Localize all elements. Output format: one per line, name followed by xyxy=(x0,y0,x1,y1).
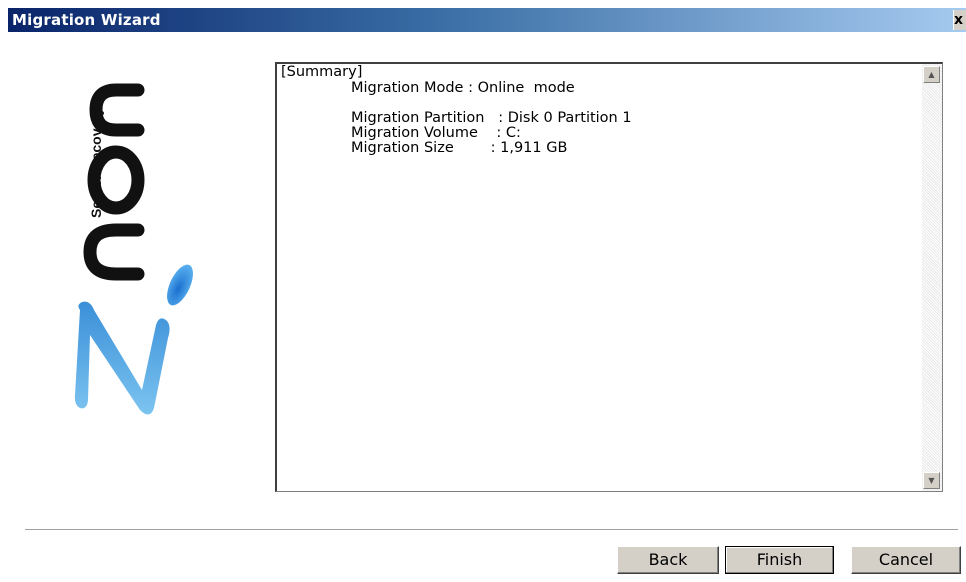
back-button[interactable]: Back xyxy=(617,546,719,574)
migration-size-line: Migration Size : 1,911 GB xyxy=(351,140,568,156)
summary-content: [Summary] Migration Mode : Online mode M… xyxy=(281,65,632,170)
close-icon: x xyxy=(954,12,964,28)
summary-textbox[interactable]: [Summary] Migration Mode : Online mode M… xyxy=(275,62,943,492)
arrow-down-icon: ▼ xyxy=(928,476,935,485)
vertical-scrollbar[interactable]: ▲ ▼ xyxy=(922,64,942,491)
scroll-up-button[interactable]: ▲ xyxy=(923,66,940,83)
logo-tagline: Server Recovery xyxy=(88,107,104,218)
separator xyxy=(25,529,958,531)
migration-volume-line: Migration Volume : C: xyxy=(351,125,521,141)
close-button[interactable]: x xyxy=(953,10,966,30)
window-title: Migration Wizard xyxy=(12,11,161,29)
logo-n-shape xyxy=(74,301,170,415)
arrow-up-icon: ▲ xyxy=(928,70,935,79)
migration-wizard-window: Migration Wizard x Server Recovery [Summ… xyxy=(0,0,966,582)
cancel-button[interactable]: Cancel xyxy=(851,546,961,574)
finish-button[interactable]: Finish xyxy=(725,546,834,574)
migration-partition-line: Migration Partition : Disk 0 Partition 1 xyxy=(351,110,632,126)
scroll-down-button[interactable]: ▼ xyxy=(923,472,940,489)
zicon-logo: Server Recovery xyxy=(74,83,193,415)
logo-dot xyxy=(167,264,193,306)
migration-mode-line: Migration Mode : Online mode xyxy=(351,80,575,96)
summary-heading: [Summary] xyxy=(281,64,363,80)
title-bar[interactable]: Migration Wizard x xyxy=(8,8,966,32)
